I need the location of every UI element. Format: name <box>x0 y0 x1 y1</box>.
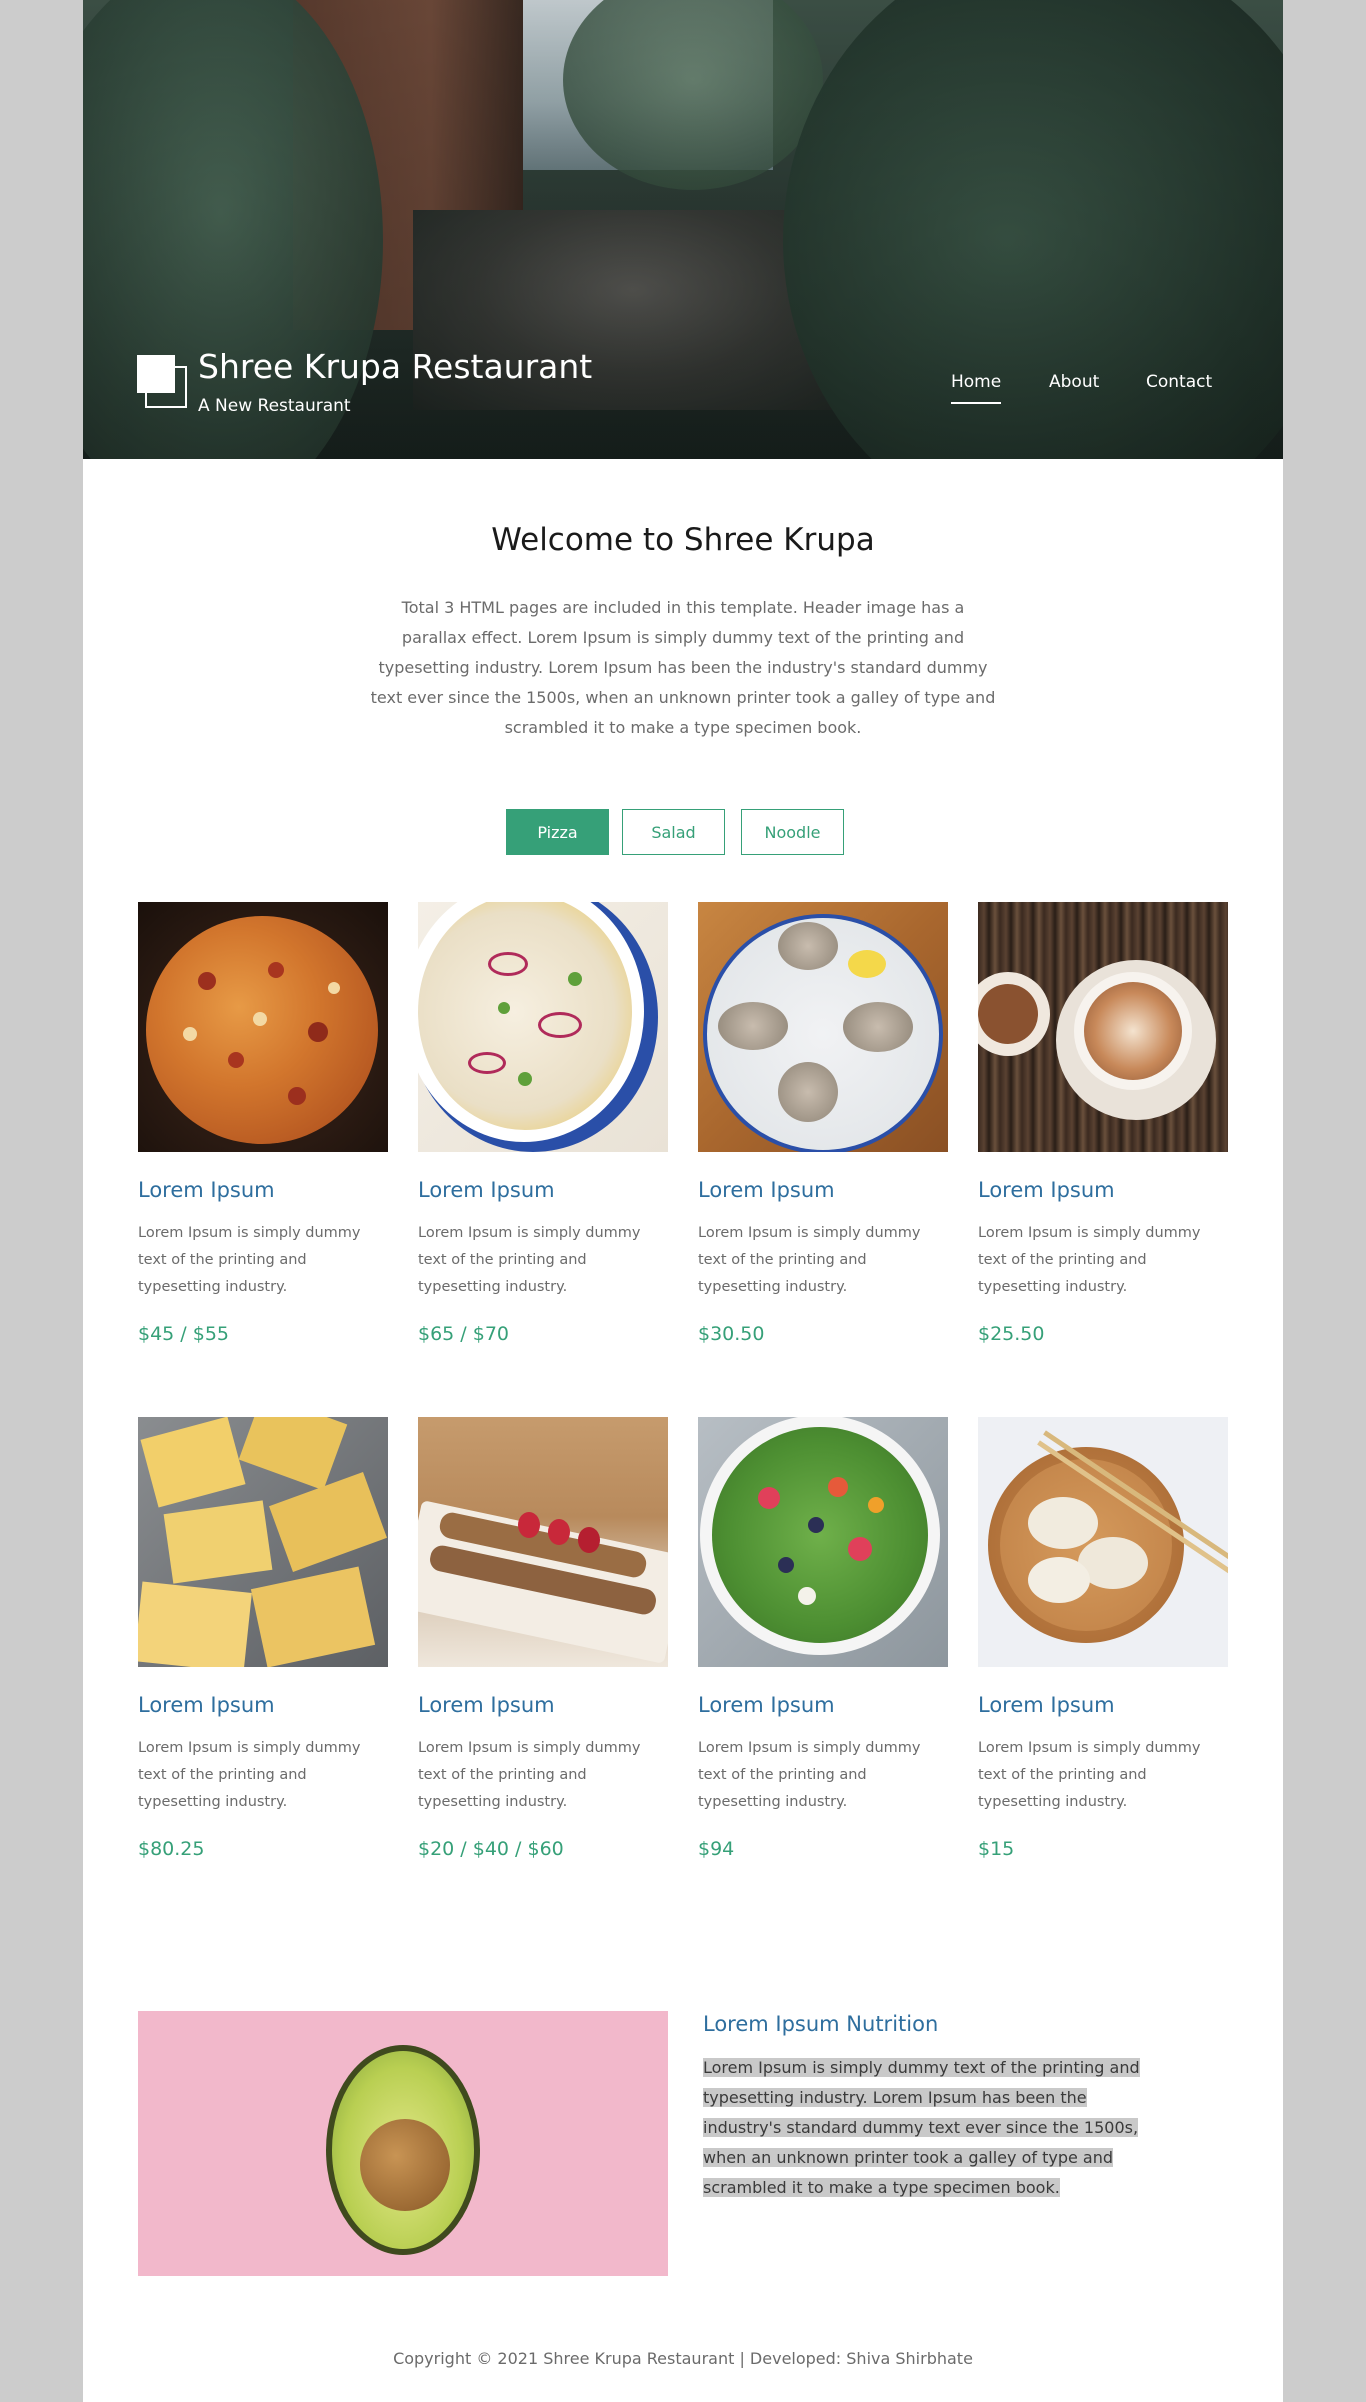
nutrition-text-selected: Lorem Ipsum is simply dummy text of the … <box>703 2058 1140 2197</box>
main-nav: Home About Contact <box>83 372 1283 412</box>
ceviche-image <box>418 902 668 1152</box>
item-price: $20 / $40 / $60 <box>418 1838 564 1860</box>
tab-salad[interactable]: Salad <box>622 809 725 855</box>
item-description: Lorem Ipsum is simply dummy text of the … <box>418 1225 641 1295</box>
menu-card: Lorem Ipsum Lorem Ipsum is simply dummy … <box>698 902 948 1345</box>
dumpling-image <box>978 1417 1228 1667</box>
menu-tabs: Pizza Salad Noodle <box>83 809 1283 855</box>
item-price: $15 <box>978 1838 1015 1860</box>
garlic-bread-image <box>138 1417 388 1667</box>
item-price: $80.25 <box>138 1838 205 1860</box>
nav-home[interactable]: Home <box>951 372 1002 404</box>
item-name[interactable]: Lorem Ipsum <box>418 1178 555 1202</box>
welcome-title: Welcome to Shree Krupa <box>491 522 875 558</box>
menu-card: Lorem Ipsum Lorem Ipsum is simply dummy … <box>138 902 388 1345</box>
menu-card: Lorem Ipsum Lorem Ipsum is simply dummy … <box>978 1417 1228 1860</box>
item-name[interactable]: Lorem Ipsum <box>698 1693 835 1717</box>
tab-pizza[interactable]: Pizza <box>506 809 609 855</box>
item-name[interactable]: Lorem Ipsum <box>978 1693 1115 1717</box>
rolls-image <box>418 1417 668 1667</box>
nav-contact[interactable]: Contact <box>1146 372 1212 392</box>
nutrition-title: Lorem Ipsum Nutrition <box>703 2012 939 2036</box>
coffee-image <box>978 902 1228 1152</box>
item-description: Lorem Ipsum is simply dummy text of the … <box>978 1225 1201 1295</box>
nutrition-text: Lorem Ipsum is simply dummy text of the … <box>703 2053 1163 2203</box>
item-name[interactable]: Lorem Ipsum <box>698 1178 835 1202</box>
menu-card: Lorem Ipsum Lorem Ipsum is simply dummy … <box>978 902 1228 1345</box>
oyster-image <box>698 902 948 1152</box>
menu-card: Lorem Ipsum Lorem Ipsum is simply dummy … <box>418 1417 668 1860</box>
avocado-image <box>138 2011 668 2276</box>
pizza-image <box>138 902 388 1152</box>
salad-image <box>698 1417 948 1667</box>
footer: Copyright © 2021 Shree Krupa Restaurant … <box>393 2349 973 2368</box>
hero-header: Shree Krupa Restaurant A New Restaurant … <box>83 0 1283 459</box>
item-name[interactable]: Lorem Ipsum <box>418 1693 555 1717</box>
item-description: Lorem Ipsum is simply dummy text of the … <box>698 1740 921 1810</box>
menu-card: Lorem Ipsum Lorem Ipsum is simply dummy … <box>138 1417 388 1860</box>
item-description: Lorem Ipsum is simply dummy text of the … <box>418 1740 641 1810</box>
item-name[interactable]: Lorem Ipsum <box>138 1178 275 1202</box>
item-price: $45 / $55 <box>138 1323 230 1345</box>
menu-card: Lorem Ipsum Lorem Ipsum is simply dummy … <box>698 1417 948 1860</box>
nav-about[interactable]: About <box>1049 372 1099 392</box>
welcome-text: Total 3 HTML pages are included in this … <box>370 598 996 737</box>
item-name[interactable]: Lorem Ipsum <box>138 1693 275 1717</box>
item-description: Lorem Ipsum is simply dummy text of the … <box>138 1740 361 1810</box>
page: Shree Krupa Restaurant A New Restaurant … <box>83 0 1283 2402</box>
item-price: $94 <box>698 1838 735 1860</box>
item-description: Lorem Ipsum is simply dummy text of the … <box>138 1225 361 1295</box>
menu-card: Lorem Ipsum Lorem Ipsum is simply dummy … <box>418 902 668 1345</box>
item-description: Lorem Ipsum is simply dummy text of the … <box>698 1225 921 1295</box>
item-price: $30.50 <box>698 1323 765 1345</box>
tab-noodle[interactable]: Noodle <box>741 809 844 855</box>
item-price: $65 / $70 <box>418 1323 510 1345</box>
item-price: $25.50 <box>978 1323 1045 1345</box>
item-name[interactable]: Lorem Ipsum <box>978 1178 1115 1202</box>
item-description: Lorem Ipsum is simply dummy text of the … <box>978 1740 1201 1810</box>
